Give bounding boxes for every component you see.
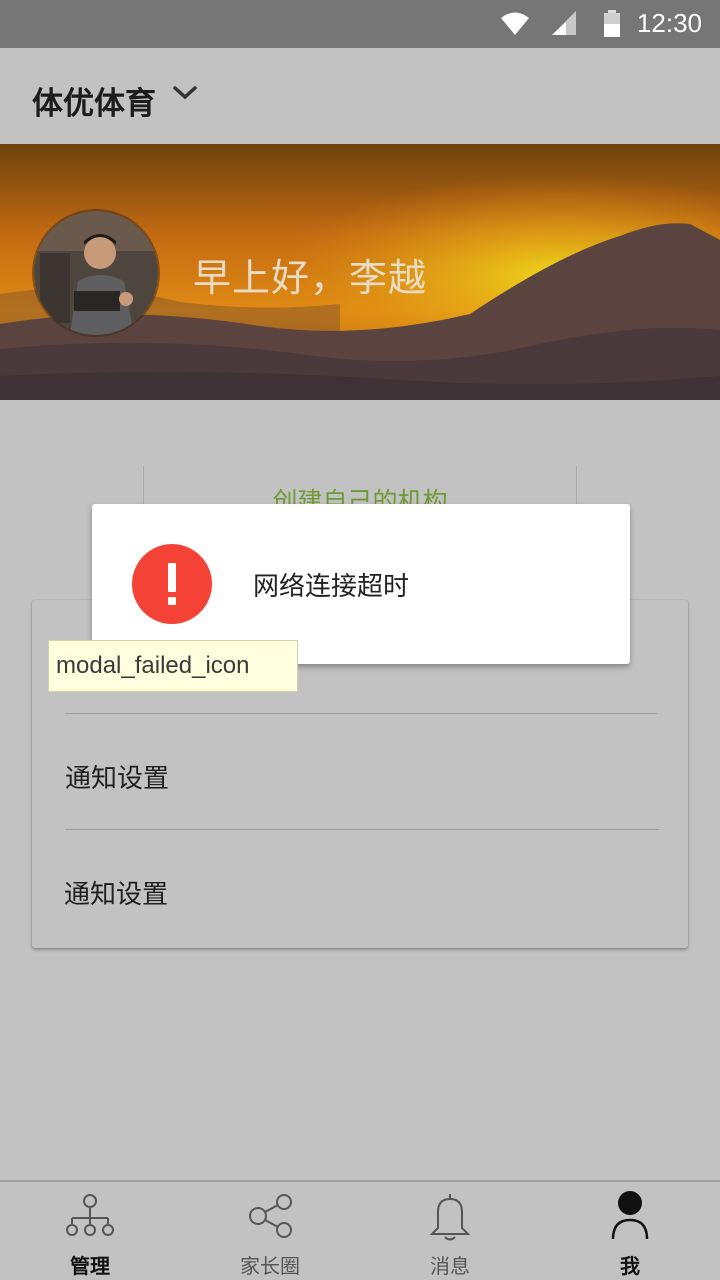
nav-label-manage: 管理 bbox=[70, 1254, 110, 1278]
person-icon bbox=[611, 1191, 649, 1240]
cellular-signal-icon bbox=[550, 10, 578, 40]
profile-banner: 早上好，李越 bbox=[0, 144, 720, 400]
tooltip-text: modal_failed_icon bbox=[56, 652, 250, 679]
status-bar: 12:30 bbox=[0, 0, 720, 48]
nav-item-messages[interactable]: 消息 bbox=[360, 1182, 540, 1280]
org-switcher-title[interactable]: 体优体育 bbox=[32, 78, 156, 123]
modal-message: 网络连接超时 bbox=[253, 572, 410, 602]
notification-settings-item[interactable]: 通知设置 bbox=[64, 874, 168, 911]
nav-label-messages: 消息 bbox=[430, 1254, 470, 1278]
bell-icon bbox=[429, 1194, 471, 1241]
org-tree-icon bbox=[66, 1194, 114, 1236]
chevron-down-icon[interactable] bbox=[172, 84, 198, 106]
nav-item-me[interactable]: 我 bbox=[540, 1182, 720, 1280]
share-icon bbox=[249, 1194, 292, 1238]
divider bbox=[65, 829, 659, 830]
avatar[interactable] bbox=[32, 209, 160, 337]
nav-label-parents-circle: 家长圈 bbox=[240, 1254, 300, 1278]
greeting-text: 早上好，李越 bbox=[193, 256, 428, 300]
tooltip: modal_failed_icon bbox=[48, 640, 298, 692]
notification-settings-item[interactable]: 通知设置 bbox=[65, 758, 169, 795]
divider bbox=[65, 713, 657, 714]
app-bar: 体优体育 bbox=[0, 48, 720, 144]
wifi-icon bbox=[500, 10, 530, 40]
nav-item-parents-circle[interactable]: 家长圈 bbox=[180, 1182, 360, 1280]
error-exclamation-icon bbox=[132, 544, 212, 624]
nav-item-manage[interactable]: 管理 bbox=[0, 1182, 180, 1280]
nav-label-me: 我 bbox=[620, 1254, 640, 1278]
bottom-nav: 管理 家长圈 消息 我 bbox=[0, 1180, 720, 1280]
battery-icon bbox=[603, 10, 621, 42]
clock: 12:30 bbox=[636, 8, 702, 38]
